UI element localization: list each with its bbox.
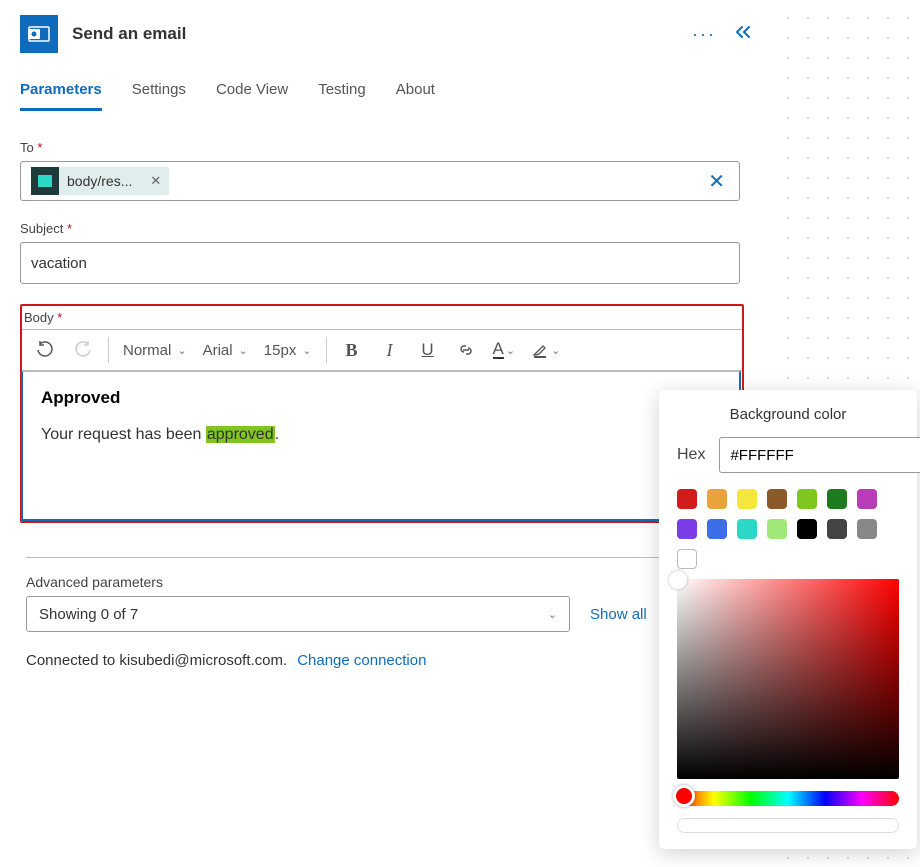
more-icon[interactable]: ··· (692, 24, 716, 45)
header-actions: ··· (692, 24, 760, 45)
color-swatch[interactable] (767, 519, 787, 539)
body-label: Body * (22, 310, 742, 329)
undo-button[interactable] (28, 333, 62, 367)
collapse-icon[interactable] (734, 25, 752, 44)
outlook-icon (20, 15, 58, 53)
font-size-select[interactable]: 15px⌄ (258, 342, 318, 359)
to-input[interactable]: body/res... ✕ ✕ (20, 161, 740, 201)
font-color-button[interactable]: A⌄ (487, 341, 522, 359)
link-button[interactable] (449, 333, 483, 367)
color-swatch[interactable] (737, 489, 757, 509)
color-swatch[interactable] (827, 519, 847, 539)
underline-button[interactable]: U (411, 333, 445, 367)
token-icon (31, 167, 59, 195)
body-heading: Approved (41, 388, 721, 408)
color-swatch[interactable] (707, 519, 727, 539)
chevron-down-icon: ⌄ (548, 608, 557, 621)
color-picker-popup: Background color Hex (659, 390, 917, 849)
to-chip-container: body/res... ✕ (31, 167, 700, 195)
bold-button[interactable]: B (335, 333, 369, 367)
hex-input[interactable] (719, 437, 920, 473)
tab-code-view[interactable]: Code View (216, 81, 288, 111)
color-swatch[interactable] (857, 489, 877, 509)
highlighted-text: approved (206, 426, 275, 443)
color-swatch[interactable] (707, 489, 727, 509)
advanced-label: Advanced parameters (20, 574, 760, 590)
tab-about[interactable]: About (396, 81, 435, 111)
tab-parameters[interactable]: Parameters (20, 81, 102, 111)
color-swatch[interactable] (797, 489, 817, 509)
color-swatch[interactable] (797, 519, 817, 539)
advanced-select[interactable]: Showing 0 of 7 ⌄ (26, 596, 570, 632)
token-chip[interactable]: body/res... ✕ (31, 167, 169, 195)
clear-to-icon[interactable]: ✕ (708, 169, 729, 194)
subject-field: Subject * (20, 221, 760, 284)
hue-slider[interactable] (677, 791, 899, 806)
color-swatch[interactable] (677, 519, 697, 539)
tab-bar: Parameters Settings Code View Testing Ab… (14, 63, 766, 112)
panel-title: Send an email (72, 24, 678, 44)
highlight-color-button[interactable]: ⌄ (525, 341, 566, 359)
swatch-white[interactable] (677, 549, 697, 569)
color-swatch[interactable] (737, 519, 757, 539)
tab-settings[interactable]: Settings (132, 81, 186, 111)
body-editor[interactable]: Approved Your request has been approved. (21, 371, 741, 521)
form-area: To * body/res... ✕ ✕ Subject * Body * (14, 112, 766, 689)
rich-text-toolbar: Normal⌄ Arial⌄ 15px⌄ B I U A⌄ ⌄ (22, 329, 742, 371)
gradient-cursor[interactable] (669, 571, 687, 589)
hex-label: Hex (677, 446, 705, 464)
swatch-grid (677, 489, 899, 539)
body-paragraph: Your request has been approved. (41, 426, 721, 444)
token-label: body/res... (67, 173, 136, 189)
toolbar-separator (326, 337, 327, 363)
hue-cursor[interactable] (673, 785, 695, 807)
color-swatch[interactable] (857, 519, 877, 539)
toolbar-separator (108, 337, 109, 363)
panel-header: Send an email ··· (14, 5, 766, 63)
alpha-slider[interactable] (677, 818, 899, 833)
tab-testing[interactable]: Testing (318, 81, 366, 111)
advanced-row: Showing 0 of 7 ⌄ Show all (20, 596, 760, 632)
saturation-gradient[interactable] (677, 579, 899, 779)
color-swatch[interactable] (827, 489, 847, 509)
color-swatch[interactable] (767, 489, 787, 509)
redo-button[interactable] (66, 333, 100, 367)
action-panel: Send an email ··· Parameters Settings Co… (14, 5, 766, 689)
change-connection-link[interactable]: Change connection (297, 652, 426, 669)
italic-button[interactable]: I (373, 333, 407, 367)
divider (26, 557, 666, 558)
hex-row: Hex (677, 437, 899, 473)
color-swatch[interactable] (677, 489, 697, 509)
connection-text: Connected to kisubedi@microsoft.com. (26, 652, 287, 669)
subject-label: Subject * (20, 221, 760, 236)
remove-token-icon[interactable]: ✕ (144, 173, 167, 189)
body-field: Body * Normal⌄ Arial⌄ 15px⌄ B I U (20, 304, 744, 523)
to-label: To * (20, 140, 760, 155)
color-picker-title: Background color (677, 406, 899, 423)
connection-row: Connected to kisubedi@microsoft.com. Cha… (20, 632, 760, 689)
subject-input[interactable] (20, 242, 740, 284)
to-field: To * body/res... ✕ ✕ (20, 140, 760, 201)
font-select[interactable]: Arial⌄ (197, 342, 254, 359)
show-all-link[interactable]: Show all (590, 606, 647, 623)
format-select[interactable]: Normal⌄ (117, 342, 193, 359)
